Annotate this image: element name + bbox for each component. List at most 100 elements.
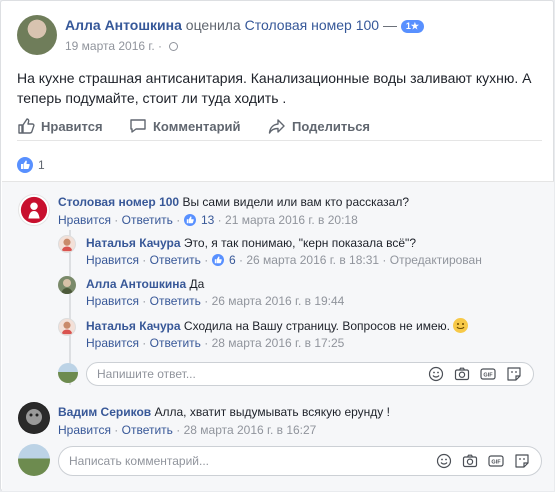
post-text: На кухне страшная антисанитария. Канализ… [17, 70, 532, 106]
sep: · [114, 213, 119, 227]
emoji-icon[interactable] [435, 452, 453, 470]
comment-like-link[interactable]: Нравится [58, 213, 111, 227]
sep: · [142, 336, 147, 350]
post-header: Алла Антошкина оценила Столовая номер 10… [13, 13, 541, 57]
like-button-label: Нравится [41, 118, 103, 134]
commenter-name[interactable]: Вадим Сериков [58, 405, 151, 419]
reactions-summary[interactable]: 1 [17, 157, 45, 173]
post-verb: оценила [185, 17, 241, 33]
sep: · [217, 213, 222, 227]
reply-date[interactable]: 28 марта 2016 г. в 17:25 [212, 336, 345, 350]
comment-icon [130, 119, 146, 133]
comment-button-label: Комментарий [153, 118, 241, 134]
comment-button[interactable]: Комментарий [129, 116, 241, 136]
reply-author-name[interactable]: Алла Антошкина [86, 277, 186, 291]
comment-body: Вадим Сериков Алла, хватит выдумывать вс… [58, 404, 390, 420]
author-avatar[interactable] [17, 15, 57, 55]
reply-reply-link[interactable]: Ответить [150, 253, 201, 267]
post-card: Алла Антошкина оценила Столовая номер 10… [0, 0, 554, 491]
reply-text: Это, я так понимаю, "керн показала всё"? [183, 236, 416, 250]
like-count[interactable]: 6 [229, 253, 236, 267]
reply-like-link[interactable]: Нравится [86, 253, 139, 267]
comment-like-link[interactable]: Нравится [58, 423, 111, 437]
sep: · [204, 336, 209, 350]
sep: · [239, 253, 243, 267]
reply-body: Наталья Качура Это, я так понимаю, "керн… [86, 235, 416, 251]
sep: · [382, 253, 387, 267]
reply-input-box[interactable]: GIF [86, 362, 534, 386]
comment-text: Алла, хватит выдумывать всякую ерунду ! [154, 405, 390, 419]
reply-body: Алла Антошкина Да [86, 276, 204, 292]
reply-text: Сходила на Вашу страницу. Вопросов не им… [183, 319, 450, 333]
sep: · [142, 294, 147, 308]
comment-reply-link[interactable]: Ответить [122, 423, 173, 437]
title-dash: — [382, 17, 397, 33]
sep: · [176, 213, 181, 227]
comment-body: Столовая номер 100 Вы сами видели или ва… [58, 194, 409, 210]
comment-actions: Нравится · Ответить · 28 марта 2016 г. в… [58, 422, 316, 438]
comment-date[interactable]: 21 марта 2016 г. в 20:18 [225, 213, 358, 227]
smiley-emoji-icon [453, 318, 469, 333]
meta-dot: · [158, 39, 163, 53]
reactions-count: 1 [38, 158, 45, 172]
comment-input-icons: GIF [435, 452, 531, 470]
reply-author-name[interactable]: Наталья Качура [86, 319, 181, 333]
emoji-icon[interactable] [427, 365, 445, 383]
like-button[interactable]: Нравится [17, 116, 103, 136]
reply-actions: Нравится · Ответить · 6 · 26 марта 2016 … [86, 252, 482, 268]
comments-area: Столовая номер 100 Вы сами видели или ва… [2, 181, 554, 491]
author-name-link[interactable]: Алла Антошкина [65, 17, 182, 33]
current-user-avatar [58, 363, 78, 383]
reply-reply-link[interactable]: Ответить [150, 294, 201, 308]
reply-date[interactable]: 26 марта 2016 г. в 19:44 [212, 294, 345, 308]
page-name-link[interactable]: Столовая номер 100 [245, 17, 379, 33]
comment-reply-link[interactable]: Ответить [122, 213, 173, 227]
gif-icon[interactable]: GIF [487, 452, 505, 470]
edited-label[interactable]: Отредактирован [390, 253, 482, 267]
gif-icon[interactable]: GIF [479, 365, 497, 383]
like-count[interactable]: 13 [201, 213, 214, 227]
sep: · [204, 294, 209, 308]
rating-badge: 1★ [400, 20, 424, 33]
commenter-avatar[interactable] [18, 402, 50, 434]
post-title: Алла Антошкина оценила Столовая номер 10… [65, 17, 424, 33]
post-date[interactable]: 19 марта 2016 г. [65, 39, 155, 53]
reply-input[interactable] [97, 363, 365, 385]
camera-icon[interactable] [453, 365, 471, 383]
svg-text:GIF: GIF [491, 460, 501, 466]
comment-text: Вы сами видели или вам кто рассказал? [182, 195, 410, 209]
comment-input-box[interactable]: GIF [58, 446, 542, 476]
reply-input-icons: GIF [427, 365, 523, 383]
sticker-icon[interactable] [513, 452, 531, 470]
comment-date[interactable]: 28 марта 2016 г. в 16:27 [184, 423, 317, 437]
commenter-avatar[interactable] [18, 194, 50, 226]
reply-author-name[interactable]: Наталья Качура [86, 236, 181, 250]
current-user-avatar [18, 444, 50, 476]
reply-avatar[interactable] [58, 318, 76, 336]
post-meta: 19 марта 2016 г. · [65, 39, 179, 53]
like-count-icon [211, 254, 224, 266]
svg-text:GIF: GIF [483, 373, 493, 379]
reply-like-link[interactable]: Нравится [86, 294, 139, 308]
globe-icon [169, 42, 179, 51]
thread-line [69, 230, 71, 385]
reply-date[interactable]: 26 марта 2016 г. в 18:31 [246, 253, 379, 267]
sticker-icon[interactable] [505, 365, 523, 383]
commenter-name[interactable]: Столовая номер 100 [58, 195, 179, 209]
sep: · [204, 253, 209, 267]
reply-body: Наталья Качура Сходила на Вашу страницу.… [86, 318, 469, 334]
share-button-label: Поделиться [292, 118, 371, 134]
sep: · [142, 253, 147, 267]
comment-actions: Нравится · Ответить · 13 · 21 марта 2016… [58, 212, 358, 228]
comment-input[interactable] [69, 447, 359, 475]
sep: · [176, 423, 181, 437]
reply-reply-link[interactable]: Ответить [150, 336, 201, 350]
reply-avatar[interactable] [58, 276, 76, 294]
sep: · [114, 423, 119, 437]
action-bar: Нравится Комментарий Поделиться [17, 111, 542, 141]
camera-icon[interactable] [461, 452, 479, 470]
share-button[interactable]: Поделиться [268, 116, 370, 136]
reply-like-link[interactable]: Нравится [86, 336, 139, 350]
reply-actions: Нравится · Ответить · 26 марта 2016 г. в… [86, 293, 344, 309]
reply-avatar[interactable] [58, 235, 76, 253]
